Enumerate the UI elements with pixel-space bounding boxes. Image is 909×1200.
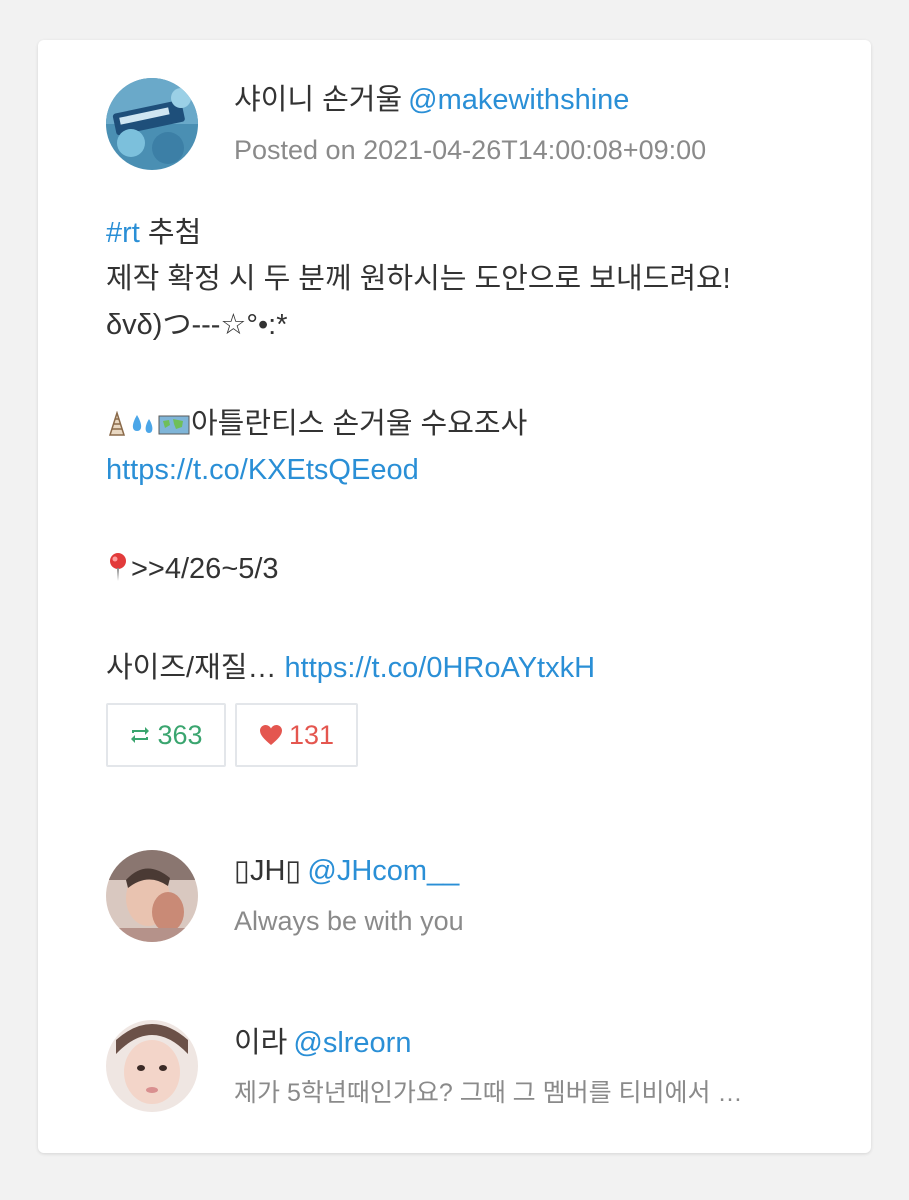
tweet-line-2: 제작 확정 시 두 분께 원하시는 도안으로 보내드려요! xyxy=(106,263,731,295)
tweet-link[interactable]: https://t.co/0HRoAYtxkH xyxy=(285,652,596,684)
reply-avatar[interactable] xyxy=(106,1020,198,1112)
reply-author-handle[interactable]: @JHcom__ xyxy=(307,855,459,887)
author-line: 샤이니 손거울 @makewithshine xyxy=(234,82,629,118)
tweet-line-6: >>4/26~5/3 xyxy=(106,550,806,588)
tweet-line-4: 아틀란티스 손거울 수요조사 xyxy=(106,405,806,443)
round-pushpin-emoji xyxy=(106,552,130,592)
reply-author-handle[interactable]: @slreorn xyxy=(293,1027,411,1059)
author-name[interactable]: 샤이니 손거울 xyxy=(234,84,402,116)
sweat-droplets-emoji xyxy=(129,409,157,447)
reply-text[interactable]: 제가 5학년때인가요? 그때 그 멤버를 티비에서 … xyxy=(234,1076,742,1110)
reply-author-line: 이라 @slreorn xyxy=(234,1025,411,1061)
author-handle[interactable]: @makewithshine xyxy=(408,84,629,116)
heart-icon xyxy=(259,725,282,745)
world-map-emoji xyxy=(158,409,190,447)
retweet-button[interactable]: 363 xyxy=(106,703,226,767)
reply-author-name[interactable]: 이라 xyxy=(234,1027,287,1059)
retweet-count: 363 xyxy=(157,719,203,750)
reply-author-name[interactable]: ▯JH▯ xyxy=(234,855,301,887)
tweet-line-5: https://t.co/KXEtsQEeod xyxy=(106,451,806,489)
tweet-line-1: #rt 추첨 xyxy=(106,217,202,249)
reply-text[interactable]: Always be with you xyxy=(234,904,464,938)
tweet-card: 샤이니 손거울 @makewithshine Posted on 2021-04-… xyxy=(38,40,871,1153)
author-avatar[interactable] xyxy=(106,78,198,170)
like-count: 131 xyxy=(288,719,335,750)
post-timestamp[interactable]: Posted on 2021-04-26T14:00:08+09:00 xyxy=(234,133,706,167)
hashtag-link[interactable]: #rt xyxy=(106,217,140,249)
reply-author-line: ▯JH▯ @JHcom__ xyxy=(234,853,459,889)
reply-avatar[interactable] xyxy=(106,850,198,942)
tweet-line-3: δvδ)つ---☆°•:* xyxy=(106,309,288,341)
spiral-shell-emoji xyxy=(106,409,128,447)
tweet-body: #rt 추첨 제작 확정 시 두 분께 원하시는 도안으로 보내드려요! δvδ… xyxy=(106,214,806,687)
like-button[interactable]: 131 xyxy=(235,703,358,767)
retweet-icon xyxy=(131,727,150,743)
survey-link[interactable]: https://t.co/KXEtsQEeod xyxy=(106,454,419,486)
tweet-line-7: 사이즈/재질… https://t.co/0HRoAYtxkH xyxy=(106,652,596,684)
